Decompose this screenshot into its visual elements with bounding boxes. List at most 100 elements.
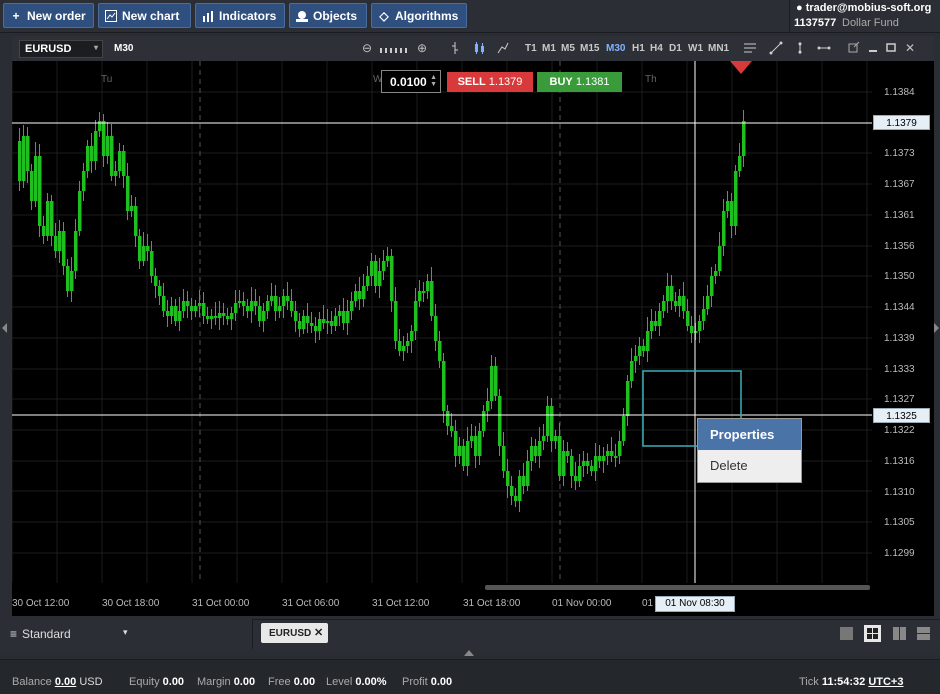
candle-body xyxy=(362,286,366,299)
vertical-line-icon[interactable] xyxy=(795,41,805,58)
rows-layout-icon[interactable] xyxy=(917,627,930,645)
candle-body xyxy=(126,176,130,211)
columns-layout-icon[interactable] xyxy=(893,627,906,645)
candle-body xyxy=(34,156,38,201)
bars-icon[interactable] xyxy=(450,41,460,58)
candle-body xyxy=(626,381,630,416)
candle-body xyxy=(78,191,82,231)
candle-body xyxy=(182,301,186,311)
tf-w1[interactable]: W1 xyxy=(688,43,703,54)
fibonacci-icon[interactable] xyxy=(743,41,757,58)
tf-d1[interactable]: D1 xyxy=(669,43,682,54)
close-tab-icon[interactable]: ✕ xyxy=(314,626,323,639)
candle-body xyxy=(366,276,370,286)
candle-body xyxy=(190,306,194,311)
candle-body xyxy=(38,156,42,226)
buy-button[interactable]: BUY 1.1381 xyxy=(537,72,622,92)
candle-body xyxy=(402,346,406,351)
candle-body xyxy=(158,286,162,296)
line-chart-icon[interactable] xyxy=(497,41,509,58)
new-order-button[interactable]: + New order xyxy=(3,3,94,28)
trendline-icon[interactable] xyxy=(769,41,783,58)
tf-h4[interactable]: H4 xyxy=(650,43,663,54)
collapse-arrow-icon[interactable] xyxy=(464,650,474,656)
user-label: ● trader@mobius-soft.org xyxy=(796,2,932,14)
indicators-button[interactable]: Indicators xyxy=(195,3,285,28)
stepper-icon[interactable]: ▲ ▼ xyxy=(430,74,437,88)
balance: Balance 0.00 USD xyxy=(12,676,103,688)
time-tick: 31 Oct 00:00 xyxy=(192,598,250,609)
candle-body xyxy=(218,313,222,318)
layout-selector[interactable]: ≡ Standard ▾ xyxy=(0,619,253,649)
tab-eurusd[interactable]: EURUSD ✕ xyxy=(261,623,328,643)
candle-body xyxy=(582,461,586,466)
candle-body xyxy=(266,301,270,311)
server-time: Tick 11:54:32 UTC+3 xyxy=(799,676,904,688)
tf-m5[interactable]: M5 xyxy=(561,43,575,54)
candle-body xyxy=(358,291,362,299)
candle-body xyxy=(142,246,146,261)
candle-body xyxy=(246,306,250,311)
candle-body xyxy=(262,311,266,321)
candle-body xyxy=(134,206,138,236)
price-tick: 1.1305 xyxy=(884,517,915,528)
maximize-icon[interactable] xyxy=(886,41,896,56)
timeframe-label[interactable]: M30 xyxy=(114,43,133,54)
candle-body xyxy=(534,446,538,456)
tf-m1[interactable]: M1 xyxy=(542,43,556,54)
zoom-out-icon[interactable]: ⊖ xyxy=(362,41,372,55)
tf-m30[interactable]: M30 xyxy=(606,43,625,54)
chart-scrollbar[interactable] xyxy=(485,585,870,590)
symbol-selector[interactable]: EURUSD ▾ xyxy=(19,40,103,58)
candle-body xyxy=(170,306,174,316)
candle-body xyxy=(278,306,282,311)
candle-body xyxy=(322,319,326,323)
candle-body xyxy=(630,361,634,381)
candle-body xyxy=(622,416,626,441)
candle-body xyxy=(634,356,638,361)
left-collapse-icon[interactable] xyxy=(2,323,7,333)
candle-body xyxy=(290,301,294,311)
new-chart-button[interactable]: New chart xyxy=(98,3,191,28)
candle-body xyxy=(46,201,50,236)
chevron-down-icon: ▾ xyxy=(123,627,128,637)
right-collapse-icon[interactable] xyxy=(934,323,939,333)
tf-m15[interactable]: M15 xyxy=(580,43,599,54)
zoom-slider[interactable] xyxy=(380,44,410,58)
delete-menu-item[interactable]: Delete xyxy=(698,450,801,482)
sell-button[interactable]: SELL 1.1379 xyxy=(447,72,533,92)
candle-body xyxy=(406,341,410,346)
horizontal-line-icon[interactable] xyxy=(817,41,831,58)
candle-body xyxy=(418,291,422,301)
time-tick: 30 Oct 12:00 xyxy=(12,598,70,609)
tf-mn1[interactable]: MN1 xyxy=(708,43,729,54)
grid-layout-button[interactable] xyxy=(864,625,881,642)
time-tick: 31 Oct 06:00 xyxy=(282,598,340,609)
candle-body xyxy=(58,231,62,251)
account-panel[interactable]: ● trader@mobius-soft.org 1137577 Dollar … xyxy=(789,0,940,32)
tf-t1[interactable]: T1 xyxy=(525,43,537,54)
candle-body xyxy=(558,436,562,476)
candle-body xyxy=(678,296,682,306)
candle-body xyxy=(130,206,134,211)
candles-icon[interactable] xyxy=(473,41,487,58)
algorithms-button[interactable]: ◇ Algorithms xyxy=(371,3,467,28)
close-icon[interactable]: ✕ xyxy=(905,41,915,55)
zoom-in-icon[interactable]: ⊕ xyxy=(417,41,427,55)
tf-h1[interactable]: H1 xyxy=(632,43,645,54)
lot-size-input[interactable]: 0.0100 ▲ ▼ xyxy=(381,70,441,93)
candle-body xyxy=(538,441,542,456)
candle-body xyxy=(394,301,398,341)
single-layout-icon[interactable] xyxy=(840,627,853,640)
detach-icon[interactable] xyxy=(848,41,860,56)
candle-body xyxy=(386,256,390,261)
price-axis xyxy=(872,61,934,583)
properties-menu-item[interactable]: Properties xyxy=(698,419,801,450)
time-tick: 30 Oct 18:00 xyxy=(102,598,160,609)
objects-button[interactable]: Objects xyxy=(289,3,367,28)
minimize-icon[interactable] xyxy=(868,41,878,56)
candle-body xyxy=(546,406,550,436)
candle-body xyxy=(382,261,386,271)
candlestick-plot[interactable] xyxy=(12,61,872,583)
candle-body xyxy=(702,309,706,321)
